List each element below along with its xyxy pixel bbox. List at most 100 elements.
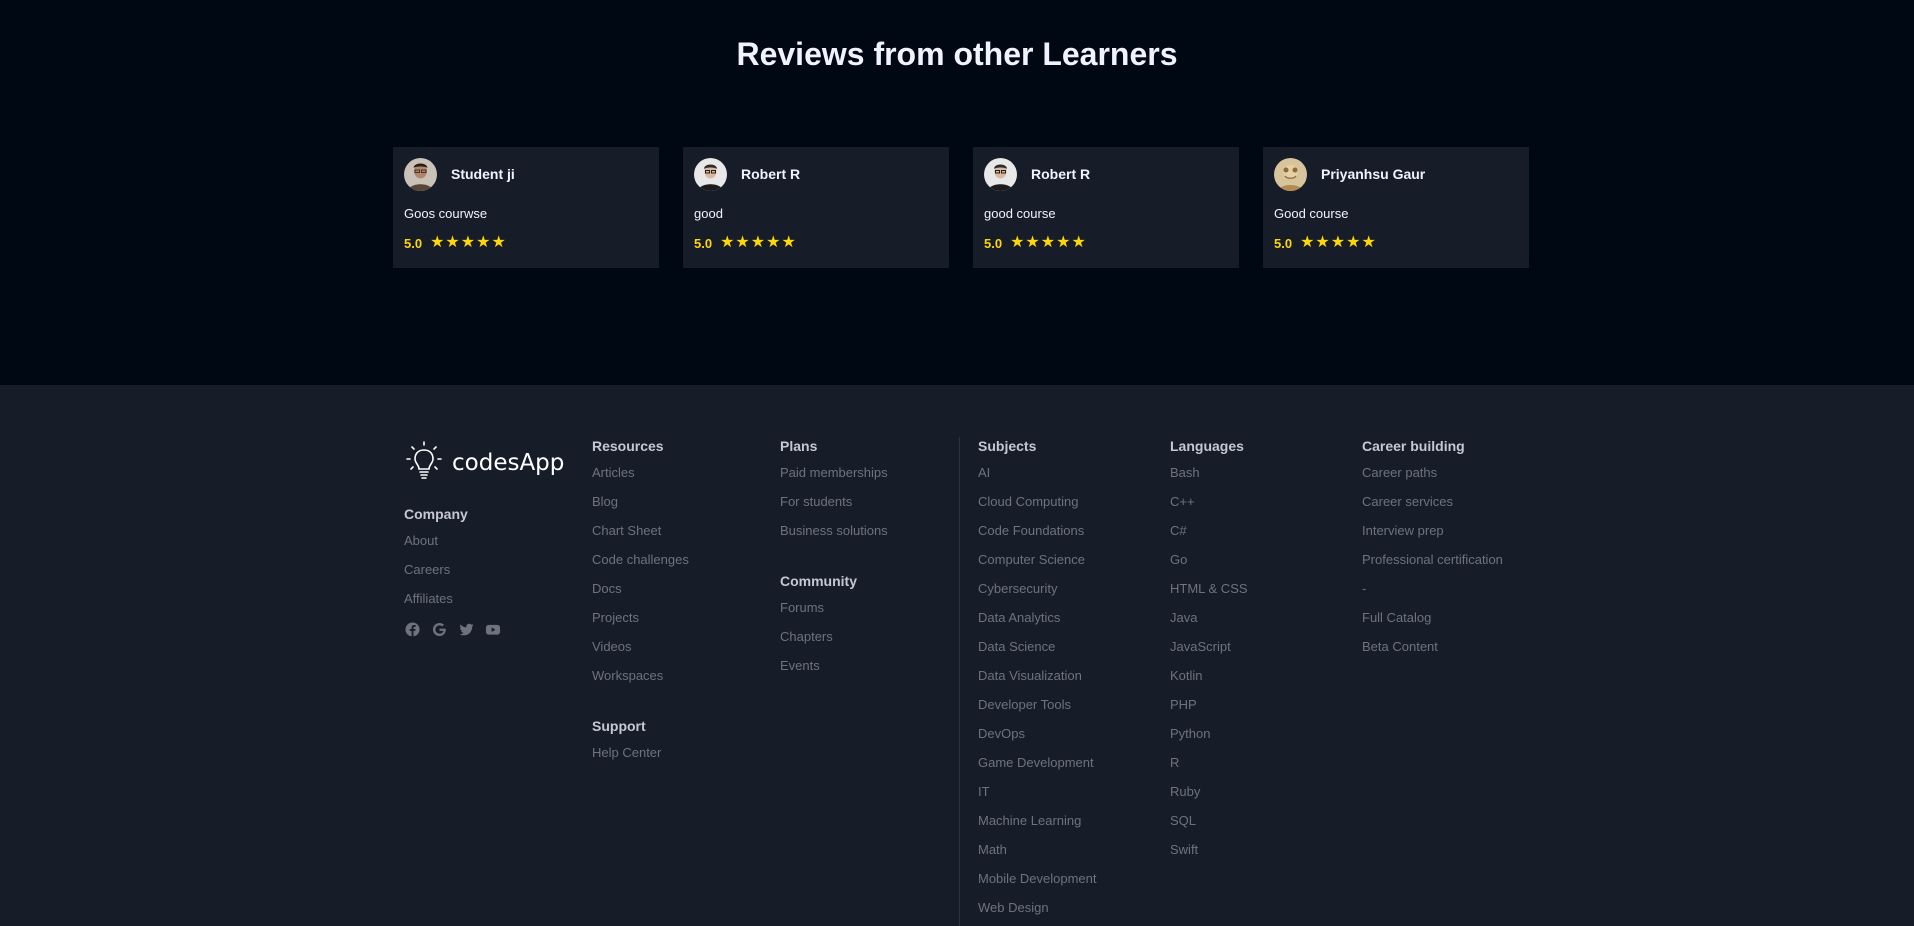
star-icon: ★ [1300, 234, 1315, 251]
footer-link[interactable]: Cybersecurity [978, 579, 1097, 608]
star-icon: ★ [491, 234, 506, 251]
career-heading: Career building [1362, 438, 1465, 454]
star-icon: ★ [1330, 234, 1346, 251]
rating-row: 5.0 ★ ★ ★ ★ ★ [404, 235, 648, 251]
review-card[interactable]: Robert R good course 5.0 ★ ★ ★ ★ ★ [973, 147, 1239, 268]
star-icon: ★ [1315, 234, 1330, 251]
footer-link[interactable]: Swift [1170, 840, 1248, 869]
footer-link[interactable]: Workspaces [592, 666, 689, 695]
footer-link[interactable]: Professional certification [1362, 550, 1503, 579]
footer-link[interactable]: Chapters [780, 627, 888, 656]
footer-link[interactable]: Data Analytics [978, 608, 1097, 637]
footer-link[interactable]: For students [780, 492, 888, 521]
footer-link[interactable]: DevOps [978, 724, 1097, 753]
footer-divider [959, 437, 960, 926]
star-icon: ★ [781, 234, 796, 251]
review-card[interactable]: Robert R good 5.0 ★ ★ ★ ★ ★ [683, 147, 949, 268]
footer-link[interactable]: C# [1170, 521, 1248, 550]
support-heading: Support [592, 718, 646, 734]
resources-heading: Resources [592, 438, 664, 454]
star-icon: ★ [1025, 234, 1040, 251]
footer-link[interactable]: Game Development [978, 753, 1097, 782]
footer-link[interactable]: About [404, 531, 564, 560]
resources-links: Articles Blog Chart Sheet Code challenges Do… [592, 463, 689, 695]
footer-link[interactable]: R [1170, 753, 1248, 782]
footer-link[interactable]: Data Science [978, 637, 1097, 666]
footer-link[interactable]: Business solutions [780, 521, 888, 550]
footer-link[interactable]: C++ [1170, 492, 1248, 521]
footer-link[interactable]: Chart Sheet [592, 521, 689, 550]
footer-link[interactable]: Ruby [1170, 782, 1248, 811]
footer-link[interactable]: Events [780, 656, 888, 685]
rating-value: 5.0 [1274, 235, 1293, 251]
review-card-header: Robert R [694, 157, 938, 191]
footer-link[interactable]: Affiliates [404, 589, 564, 618]
footer-link[interactable]: Code Foundations [978, 521, 1097, 550]
review-card[interactable]: Student ji Goos courwse 5.0 ★ ★ ★ ★ ★ [393, 147, 659, 268]
footer-link[interactable]: - [1362, 579, 1503, 608]
reviews-title: Reviews from other Learners [736, 36, 1178, 72]
footer-link[interactable]: Machine Learning [978, 811, 1097, 840]
footer-career-column: Career building Career paths Career servi… [1362, 438, 1503, 666]
community-links: Forums Chapters Events [780, 598, 888, 685]
footer-link[interactable]: Data Visualization [978, 666, 1097, 695]
footer-link[interactable]: Kotlin [1170, 666, 1248, 695]
footer-link[interactable]: Mobile Development [978, 869, 1097, 898]
footer-link[interactable]: JavaScript [1170, 637, 1248, 666]
footer-plans-column: Plans Paid memberships For students Busine… [780, 438, 888, 685]
footer-link[interactable]: Math [978, 840, 1097, 869]
footer-link[interactable]: Docs [592, 579, 689, 608]
rating-value: 5.0 [984, 235, 1003, 251]
star-icon: ★ [460, 234, 476, 251]
footer-link[interactable]: Careers [404, 560, 564, 589]
rating-stars: ★ ★ ★ ★ ★ [720, 235, 796, 251]
facebook-icon[interactable] [404, 621, 420, 637]
rating-value: 5.0 [694, 235, 713, 251]
footer-link[interactable]: Full Catalog [1362, 608, 1503, 637]
footer: codesApp Company About Careers Affiliates … [0, 385, 1914, 926]
footer-link[interactable]: Beta Content [1362, 637, 1503, 666]
footer-link[interactable]: Videos [592, 637, 689, 666]
review-card[interactable]: Priyanhsu Gaur Good course 5.0 ★ ★ ★ ★ ★ [1263, 147, 1529, 268]
star-icon: ★ [766, 234, 781, 251]
footer-link[interactable]: Code challenges [592, 550, 689, 579]
footer-link[interactable]: Projects [592, 608, 689, 637]
community-heading: Community [780, 573, 857, 589]
footer-link[interactable]: HTML & CSS [1170, 579, 1248, 608]
footer-link[interactable]: SQL [1170, 811, 1248, 840]
footer-link[interactable]: PHP [1170, 695, 1248, 724]
footer-link[interactable]: AI [978, 463, 1097, 492]
footer-link[interactable]: Cloud Computing [978, 492, 1097, 521]
google-icon[interactable] [431, 621, 447, 637]
footer-link[interactable]: Go [1170, 550, 1248, 579]
footer-link[interactable]: Computer Science [978, 550, 1097, 579]
footer-link[interactable]: Java [1170, 608, 1248, 637]
footer-link[interactable]: Developer Tools [978, 695, 1097, 724]
plans-links: Paid memberships For students Business sol… [780, 463, 888, 550]
footer-link[interactable]: Articles [592, 463, 689, 492]
footer-link[interactable]: Python [1170, 724, 1248, 753]
avatar [984, 157, 1017, 191]
youtube-icon[interactable] [485, 621, 501, 637]
footer-link[interactable]: Career paths [1362, 463, 1503, 492]
footer-subjects-column: Subjects AI Cloud Computing Code Foundatio… [978, 438, 1097, 926]
footer-link[interactable]: Help Center [592, 743, 689, 772]
star-icon: ★ [1346, 234, 1361, 251]
lightbulb-icon [404, 440, 444, 487]
review-card-header: Priyanhsu Gaur [1274, 157, 1518, 191]
footer-link[interactable]: Paid memberships [780, 463, 888, 492]
rating-value: 5.0 [404, 235, 423, 251]
footer-link[interactable]: Forums [780, 598, 888, 627]
plans-heading: Plans [780, 438, 818, 454]
footer-link[interactable]: Career services [1362, 492, 1503, 521]
rating-row: 5.0 ★ ★ ★ ★ ★ [694, 235, 938, 251]
review-text: good course [984, 206, 1056, 221]
footer-link[interactable]: Blog [592, 492, 689, 521]
footer-logo[interactable]: codesApp [404, 440, 564, 486]
footer-link[interactable]: Web Design [978, 898, 1097, 926]
twitter-icon[interactable] [458, 621, 474, 637]
footer-link[interactable]: Bash [1170, 463, 1248, 492]
star-icon: ★ [1010, 234, 1025, 251]
footer-link[interactable]: IT [978, 782, 1097, 811]
footer-link[interactable]: Interview prep [1362, 521, 1503, 550]
